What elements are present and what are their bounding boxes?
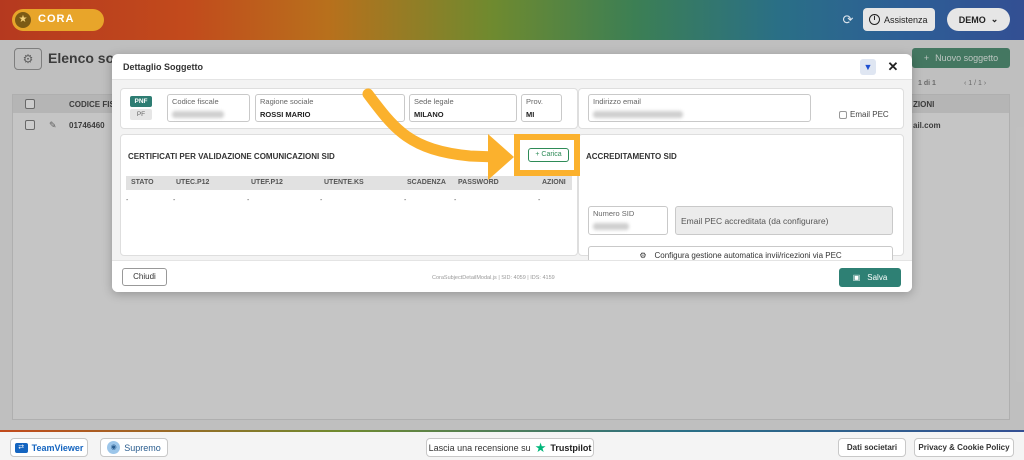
pf-toggle[interactable]: PF — [130, 109, 152, 120]
gear-icon: ⚙ — [639, 250, 647, 260]
user-label: DEMO — [958, 14, 986, 25]
table-cell: - — [126, 197, 129, 204]
supremo-icon: ◉ — [107, 441, 121, 454]
chevron-down-icon: ⌄ — [990, 14, 999, 24]
modal-title: Dettaglio Soggetto — [123, 62, 203, 72]
ragione-sociale-field[interactable]: Ragione sociale ROSSI MARIO — [255, 94, 405, 122]
codice-fiscale-field[interactable]: Codice fiscale — [167, 94, 250, 122]
sede-legale-field[interactable]: Sede legale MILANO — [409, 94, 517, 122]
logo-text: CORA — [38, 13, 75, 25]
assistenza-label: Assistenza — [884, 14, 928, 25]
certificati-title: CERTIFICATI PER VALIDAZIONE COMUNICAZION… — [128, 152, 335, 161]
bottom-bar: ⇄ TeamViewer ◉ Supremo Lascia una recens… — [0, 430, 1024, 460]
modal-body: PNF PF Codice fiscale Ragione sociale RO… — [112, 80, 912, 264]
redacted-value — [172, 111, 224, 118]
close-icon[interactable]: ✕ — [886, 59, 900, 75]
carica-highlight-box — [514, 134, 580, 176]
pnf-toggle[interactable]: PNF — [130, 96, 152, 107]
numero-sid-field[interactable]: Numero SID — [588, 206, 668, 235]
top-bar: ★ CORA ⟳ i Assistenza DEMO ⌄ — [0, 0, 1024, 40]
pec-status-field: Email PEC accreditata (da configurare) — [675, 206, 893, 235]
chiudi-button[interactable]: Chiudi — [122, 268, 167, 286]
privacy-link[interactable]: Privacy & Cookie Policy — [914, 438, 1014, 457]
star-icon: ★ — [15, 12, 31, 28]
prov-field[interactable]: Prov. MI — [521, 94, 562, 122]
subject-detail-modal: Dettaglio Soggetto ▼ ✕ PNF PF Codice fis… — [112, 54, 912, 292]
teamviewer-button[interactable]: ⇄ TeamViewer — [10, 438, 88, 457]
assistenza-button[interactable]: i Assistenza — [863, 8, 935, 31]
email-pec-label: Email PEC — [850, 110, 889, 119]
table-cell: - — [247, 197, 250, 204]
table-cell: - — [454, 197, 457, 204]
refresh-icon[interactable]: ⟳ — [840, 12, 856, 28]
modal-footer: Chiudi CoraSubjectDetailModal.js | SID: … — [112, 260, 912, 292]
save-icon: ▣ — [852, 273, 861, 282]
trustpilot-review-button[interactable]: Lascia una recensione su ★ Trustpilot — [426, 438, 594, 457]
modal-header: Dettaglio Soggetto ▼ ✕ — [112, 54, 912, 80]
salva-button[interactable]: ▣ Salva — [839, 268, 901, 287]
certificati-table-header: STATO UTEC.P12 UTEF.P12 UTENTE.KS SCADEN… — [126, 176, 572, 190]
user-menu-button[interactable]: DEMO ⌄ — [947, 8, 1010, 31]
dati-societari-link[interactable]: Dati societari — [838, 438, 906, 457]
dropdown-icon[interactable]: ▼ — [860, 59, 876, 75]
anagrafica-card: PNF PF Codice fiscale Ragione sociale RO… — [120, 88, 578, 129]
info-icon: i — [869, 14, 880, 25]
table-cell: - — [173, 197, 176, 204]
redacted-value — [593, 223, 629, 230]
teamviewer-icon: ⇄ — [14, 442, 28, 453]
email-pec-checkbox[interactable] — [839, 111, 847, 119]
supremo-button[interactable]: ◉ Supremo — [100, 438, 168, 457]
cora-logo[interactable]: ★ CORA — [12, 9, 104, 31]
email-card: Indirizzo email Email PEC — [578, 88, 904, 129]
redacted-value — [593, 111, 683, 118]
table-cell: - — [404, 197, 407, 204]
email-field[interactable]: Indirizzo email — [588, 94, 811, 122]
trustpilot-star-icon: ★ — [534, 440, 547, 455]
footer-info: CoraSubjectDetailModal.js | SID: 4059 | … — [432, 275, 555, 281]
table-cell: - — [320, 197, 323, 204]
table-cell: - — [538, 197, 541, 204]
accreditamento-title: ACCREDITAMENTO SID — [586, 152, 677, 161]
